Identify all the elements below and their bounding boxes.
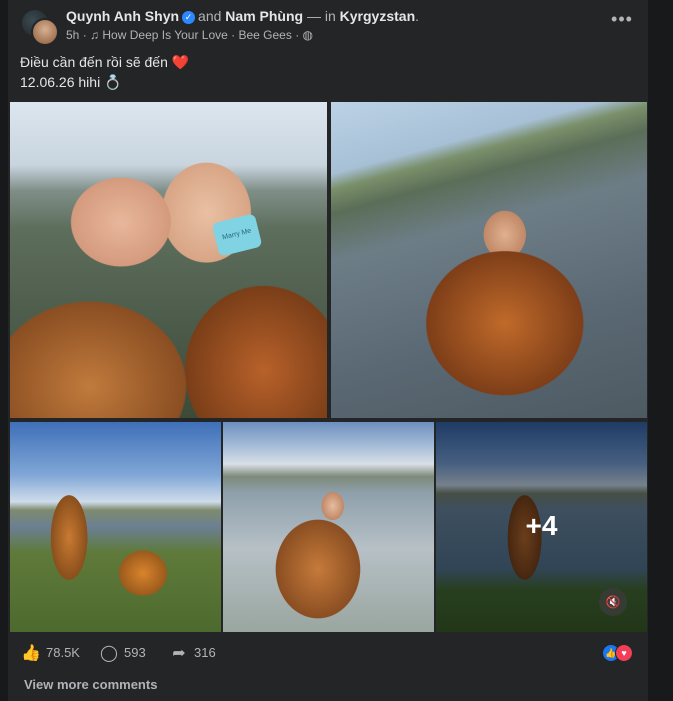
post-card: Quynh Anh Shyn ✓ and Nam Phùng — in Kyrgyz… xyxy=(8,0,648,701)
photo-1[interactable]: Marry Me xyxy=(10,102,327,418)
verified-badge-icon: ✓ xyxy=(182,11,196,24)
thumbs-up-icon: 👍 xyxy=(21,644,41,662)
post-caption: Điều cần đến rồi sẽ đến ❤️ 12.06.26 hihi… xyxy=(20,52,189,92)
share-count: 316 xyxy=(194,645,216,660)
like-count: 78.5K xyxy=(46,645,80,660)
music-link[interactable]: How Deep Is Your Love · Bee Gees xyxy=(102,28,291,42)
mute-icon[interactable]: 🔇 xyxy=(599,588,627,616)
photo-3[interactable] xyxy=(10,422,221,632)
post-time-link[interactable]: 5h xyxy=(66,28,79,42)
comment-count: 593 xyxy=(124,645,146,660)
post-names: Quynh Anh Shyn ✓ and Nam Phùng — in Kyrgyz… xyxy=(66,8,419,24)
music-note-icon: ♫ xyxy=(90,28,100,42)
photo-2[interactable] xyxy=(331,102,647,418)
post-header: Quynh Anh Shyn ✓ and Nam Phùng — in Kyrgyz… xyxy=(20,6,636,46)
comment-bubble-icon: ◯ xyxy=(100,644,118,662)
reaction-icons[interactable]: 👍 ♥ xyxy=(602,644,636,662)
post-meta: 5h · ♫ How Deep Is Your Love · Bee Gees … xyxy=(66,28,314,42)
like-action[interactable]: 👍 78.5K xyxy=(20,642,80,664)
more-photos-count[interactable]: +4 xyxy=(436,510,647,542)
photo-4[interactable] xyxy=(223,422,434,632)
ring-box: Marry Me xyxy=(211,213,263,257)
photo-5-more[interactable]: +4 🔇 xyxy=(436,422,647,632)
more-options-icon[interactable]: ••• xyxy=(610,10,634,32)
author-name-link[interactable]: Quynh Anh Shyn xyxy=(66,8,179,24)
tagged-name-link[interactable]: Nam Phùng xyxy=(225,8,303,24)
caption-line-1: Điều cần đến rồi sẽ đến ❤️ xyxy=(20,54,190,70)
comment-action[interactable]: ◯ 593 xyxy=(98,642,146,664)
connector-text: and xyxy=(198,8,222,24)
engagement-bar: 👍 78.5K ◯ 593 ➦ 316 👍 ♥ xyxy=(20,642,636,664)
share-action[interactable]: ➦ 316 xyxy=(168,642,216,664)
globe-icon[interactable]: ◍ xyxy=(303,28,313,42)
location-prefix: — in xyxy=(306,8,336,24)
share-arrow-icon: ➦ xyxy=(172,644,186,662)
caption-line-2: 12.06.26 hihi 💍 xyxy=(20,74,122,90)
love-icon: ♥ xyxy=(615,644,633,662)
ring-emoji-icon: 💍 xyxy=(104,74,122,90)
avatar-tagged[interactable] xyxy=(31,18,59,46)
photo-gallery: Marry Me +4 🔇 xyxy=(10,102,647,632)
location-link[interactable]: Kyrgyzstan xyxy=(340,8,415,24)
view-more-comments-link[interactable]: View more comments xyxy=(24,677,157,692)
avatars[interactable] xyxy=(20,8,59,46)
location-suffix: . xyxy=(415,8,420,24)
heart-emoji-icon: ❤️ xyxy=(171,54,190,70)
